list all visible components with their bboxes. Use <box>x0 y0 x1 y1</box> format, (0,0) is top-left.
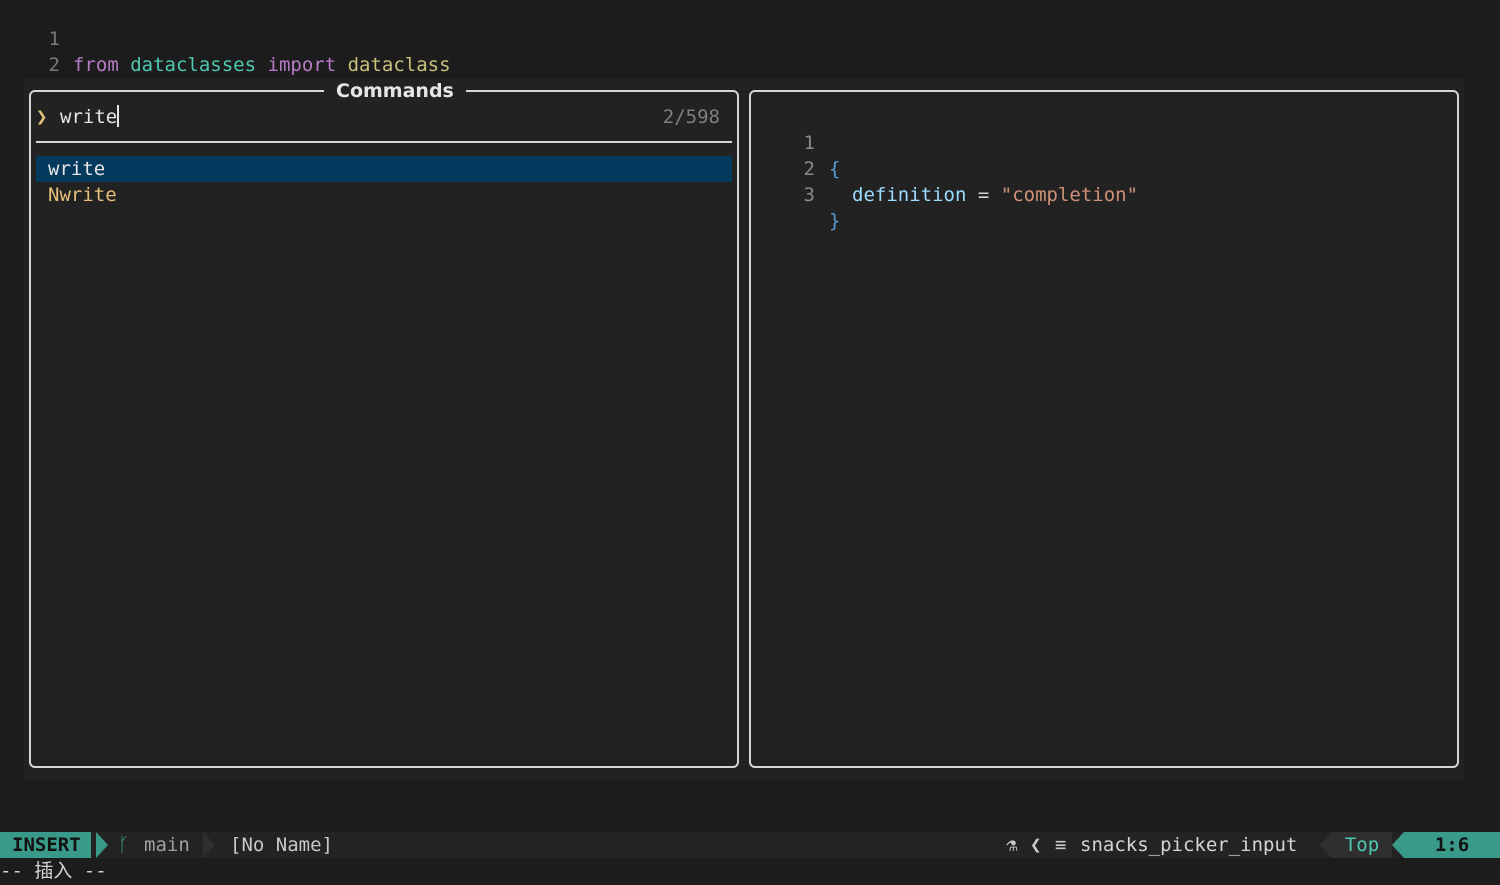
preview-line: 3 } <box>785 156 841 232</box>
module-name: dataclasses <box>130 54 257 76</box>
close-brace: } <box>829 210 841 232</box>
scroll-position: Top <box>1332 832 1392 858</box>
preview-line: 2 definition = "completion" <box>785 130 1138 206</box>
command-line: -- 插入 -- <box>0 860 107 882</box>
keyword: from <box>73 54 119 76</box>
code-line: 1 from dataclasses import dataclass <box>0 0 451 76</box>
git-branch-icon: ᚴ <box>118 834 130 856</box>
search-input[interactable]: write <box>60 104 120 130</box>
separator <box>203 832 215 858</box>
filetype: snacks_picker_input <box>1080 834 1298 856</box>
preview-line: 1 { <box>785 104 841 180</box>
line-number: 3 <box>803 184 815 206</box>
search-query: write <box>60 106 118 128</box>
code-line: 3 <box>0 52 60 102</box>
mode-separator <box>96 832 108 858</box>
flask-icon: ⚗ <box>1006 834 1018 856</box>
property-key: definition <box>852 184 967 206</box>
picker-title: Commands <box>324 78 466 104</box>
code-line: 2 from datetime import datetime <box>0 26 405 102</box>
separator <box>1320 832 1332 858</box>
git-branch: main <box>144 834 190 856</box>
operator: = <box>977 184 990 206</box>
result-item[interactable]: Nwrite <box>36 182 732 208</box>
chevron-right-icon: ❯ <box>36 106 48 128</box>
chevron-left-icon: ❮ <box>1030 834 1042 856</box>
keyword: import <box>267 54 337 76</box>
divider <box>36 141 732 143</box>
mode-indicator: INSERT <box>0 832 91 858</box>
import-name: dataclass <box>347 54 451 76</box>
lines-icon: ≡ <box>1055 834 1067 856</box>
string-value: "completion" <box>1000 184 1139 206</box>
filename: [No Name] <box>230 834 333 856</box>
cursor-position: 1:6 <box>1404 832 1500 858</box>
match-count: 2/598 <box>662 106 720 128</box>
separator <box>1392 832 1404 858</box>
result-item-selected[interactable]: write <box>36 156 732 182</box>
text-cursor <box>117 105 120 127</box>
statusline: INSERT ᚴ main [No Name] ⚗ ❮ ≡ snacks_pic… <box>0 832 1500 858</box>
